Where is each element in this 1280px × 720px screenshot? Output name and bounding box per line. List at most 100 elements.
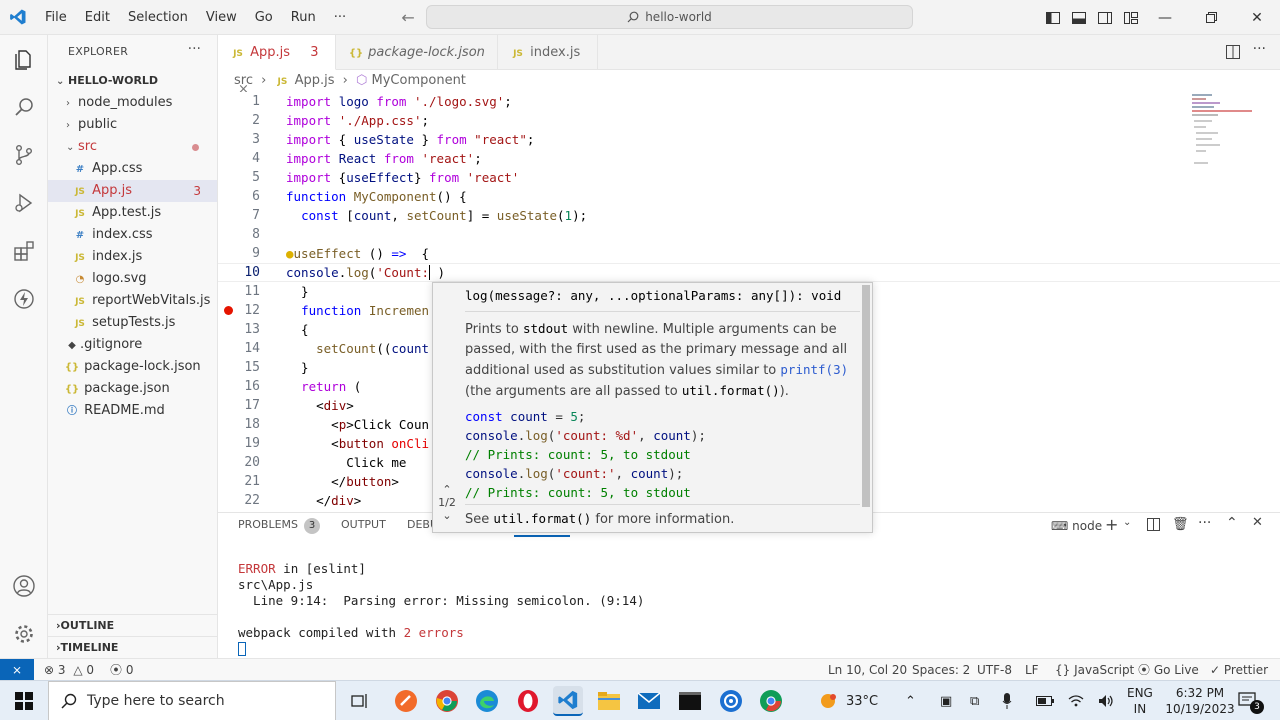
tab-index-js[interactable]: JS index.js bbox=[498, 35, 598, 70]
wifi-icon[interactable] bbox=[1068, 681, 1084, 720]
close-button[interactable]: ✕ bbox=[1234, 0, 1280, 35]
tree-file-index-js[interactable]: JS index.js bbox=[48, 246, 217, 268]
printf-link[interactable]: printf(3) bbox=[780, 362, 848, 377]
outline-section[interactable]: ›OUTLINE bbox=[48, 614, 217, 636]
workspace-root[interactable]: ⌄ HELLO-WORLD bbox=[48, 70, 217, 92]
customize-layout-icon[interactable] bbox=[1118, 0, 1144, 35]
tree-file-report-web-vitals[interactable]: JS reportWebVitals.js bbox=[48, 290, 217, 312]
lightbulb-icon[interactable]: ● bbox=[286, 246, 294, 261]
new-terminal-plus-icon[interactable]: + bbox=[1105, 515, 1118, 534]
breadcrumb-symbol[interactable]: MyComponent bbox=[372, 73, 466, 88]
opera-icon[interactable] bbox=[513, 686, 543, 716]
overload-navigator[interactable]: ⌃ 1/2 ⌄ bbox=[433, 483, 461, 522]
notification-center-icon[interactable]: 3 bbox=[1238, 681, 1264, 720]
language-mode[interactable]: {} JavaScript bbox=[1055, 659, 1134, 681]
end-of-line[interactable]: LF bbox=[1025, 659, 1039, 681]
encoding[interactable]: UTF-8 bbox=[977, 659, 1012, 681]
hover-scrollbar[interactable] bbox=[862, 285, 870, 507]
toggle-primary-sidebar-icon[interactable] bbox=[1040, 0, 1066, 35]
language-indicator[interactable]: ENG IN bbox=[1127, 681, 1153, 720]
weather-widget[interactable]: 33°C bbox=[818, 681, 878, 720]
menu-go[interactable]: Go bbox=[246, 0, 282, 35]
toggle-secondary-sidebar-icon[interactable] bbox=[1092, 0, 1118, 35]
menu-view[interactable]: View bbox=[197, 0, 246, 35]
command-center-search[interactable]: hello-world bbox=[426, 5, 913, 29]
app-shortcut-orange-icon[interactable] bbox=[391, 686, 421, 716]
chrome-profile-icon[interactable] bbox=[756, 686, 786, 716]
menu-more[interactable]: ··· bbox=[325, 0, 355, 35]
task-view-icon[interactable] bbox=[345, 686, 375, 716]
editor-more-actions-icon[interactable]: ··· bbox=[1253, 41, 1266, 57]
toggle-panel-icon[interactable] bbox=[1066, 0, 1092, 35]
windows-start-icon[interactable] bbox=[0, 681, 48, 720]
chevron-down-icon[interactable]: ⌄ bbox=[1123, 517, 1131, 528]
chrome-icon[interactable] bbox=[432, 686, 462, 716]
taskbar-search-box[interactable]: Type here to search bbox=[48, 681, 336, 720]
maximize-panel-icon[interactable]: ⌃ bbox=[1226, 515, 1238, 531]
tree-file-package-json[interactable]: {} package.json bbox=[48, 378, 217, 400]
settings-gear-icon[interactable] bbox=[0, 610, 48, 658]
vscode-taskbar-icon[interactable] bbox=[553, 686, 583, 716]
accounts-icon[interactable] bbox=[0, 562, 48, 610]
tree-file-index-css[interactable]: # index.css bbox=[48, 224, 217, 246]
meet-now-icon[interactable]: ⧉ bbox=[970, 681, 979, 720]
tree-file-app-css[interactable]: # App.css bbox=[48, 158, 217, 180]
tree-file-readme[interactable]: ⓘ README.md bbox=[48, 400, 217, 422]
tab-problems[interactable]: PROBLEMS 3 bbox=[238, 514, 321, 536]
back-arrow-icon[interactable]: ← bbox=[395, 8, 421, 27]
explorer-more-actions-icon[interactable]: ··· bbox=[188, 41, 201, 57]
split-terminal-icon[interactable] bbox=[1147, 518, 1160, 535]
explorer-icon[interactable] bbox=[0, 35, 48, 83]
edge-icon[interactable] bbox=[472, 686, 502, 716]
restore-button[interactable] bbox=[1188, 0, 1234, 35]
clock[interactable]: 6:32 PM 10/19/2023 bbox=[1165, 681, 1234, 720]
tree-file-gitignore[interactable]: ◆ .gitignore bbox=[48, 334, 217, 356]
minimap[interactable] bbox=[1188, 92, 1280, 172]
mail-icon[interactable] bbox=[634, 686, 664, 716]
tab-output[interactable]: OUTPUT bbox=[341, 514, 386, 536]
split-editor-icon[interactable] bbox=[1226, 45, 1240, 63]
breadcrumb-src[interactable]: src bbox=[234, 73, 253, 88]
tab-package-lock[interactable]: {} package-lock.json bbox=[336, 35, 498, 70]
chevron-up-icon[interactable]: ⌃ bbox=[433, 483, 461, 496]
source-control-icon[interactable] bbox=[0, 131, 48, 179]
file-explorer-icon[interactable] bbox=[594, 686, 624, 716]
tree-folder-src[interactable]: ⌄ src bbox=[48, 136, 217, 158]
terminal-app-icon[interactable] bbox=[675, 686, 705, 716]
tree-file-package-lock[interactable]: {} package-lock.json bbox=[48, 356, 217, 378]
run-and-debug-icon[interactable] bbox=[0, 179, 48, 227]
menu-run[interactable]: Run bbox=[282, 0, 325, 35]
volume-icon[interactable] bbox=[1098, 681, 1114, 720]
trash-icon[interactable]: 🗑 bbox=[1172, 517, 1189, 532]
tree-file-logo-svg[interactable]: ◔ logo.svg bbox=[48, 268, 217, 290]
problems-status[interactable]: ⊗ 3 △ 0 bbox=[44, 659, 94, 681]
tree-folder-node-modules[interactable]: › node_modules bbox=[48, 92, 217, 114]
indentation[interactable]: Spaces: 2 bbox=[912, 659, 970, 681]
tab-app-js[interactable]: JS App.js 3 × bbox=[218, 35, 336, 97]
menu-edit[interactable]: Edit bbox=[76, 0, 119, 35]
minimize-button[interactable]: — bbox=[1142, 0, 1188, 35]
tree-folder-public[interactable]: › public bbox=[48, 114, 217, 136]
more-actions-icon[interactable]: ··· bbox=[1198, 515, 1211, 531]
search-icon[interactable] bbox=[0, 83, 48, 131]
app-tray-icon[interactable]: ▣ bbox=[940, 681, 952, 720]
tree-file-app-test-js[interactable]: JS App.test.js bbox=[48, 202, 217, 224]
menu-file[interactable]: File bbox=[36, 0, 76, 35]
menu-selection[interactable]: Selection bbox=[119, 0, 197, 35]
tree-file-setup-tests[interactable]: JS setupTests.js bbox=[48, 312, 217, 334]
prettier[interactable]: ✓ Prettier bbox=[1210, 659, 1268, 681]
cursor-position[interactable]: Ln 10, Col 20 bbox=[828, 659, 907, 681]
remote-indicator-icon[interactable]: ⨯ bbox=[0, 659, 34, 681]
show-hidden-icons-chevron[interactable]: ⌃ bbox=[905, 681, 916, 720]
battery-icon[interactable] bbox=[1036, 681, 1054, 720]
go-live[interactable]: ⦿ Go Live bbox=[1138, 659, 1199, 681]
breadcrumb-file[interactable]: App.js bbox=[295, 73, 335, 88]
extensions-icon[interactable] bbox=[0, 227, 48, 275]
microphone-icon[interactable] bbox=[1002, 681, 1012, 720]
settings-app-icon[interactable] bbox=[716, 686, 746, 716]
thunder-client-icon[interactable] bbox=[0, 275, 48, 323]
terminal-selector[interactable]: ⌨ node bbox=[1051, 515, 1102, 537]
ports-status[interactable]: ⦿ 0 bbox=[110, 659, 133, 681]
timeline-section[interactable]: ›TIMELINE bbox=[48, 636, 217, 658]
tree-file-app-js[interactable]: JS App.js 3 bbox=[48, 180, 217, 202]
